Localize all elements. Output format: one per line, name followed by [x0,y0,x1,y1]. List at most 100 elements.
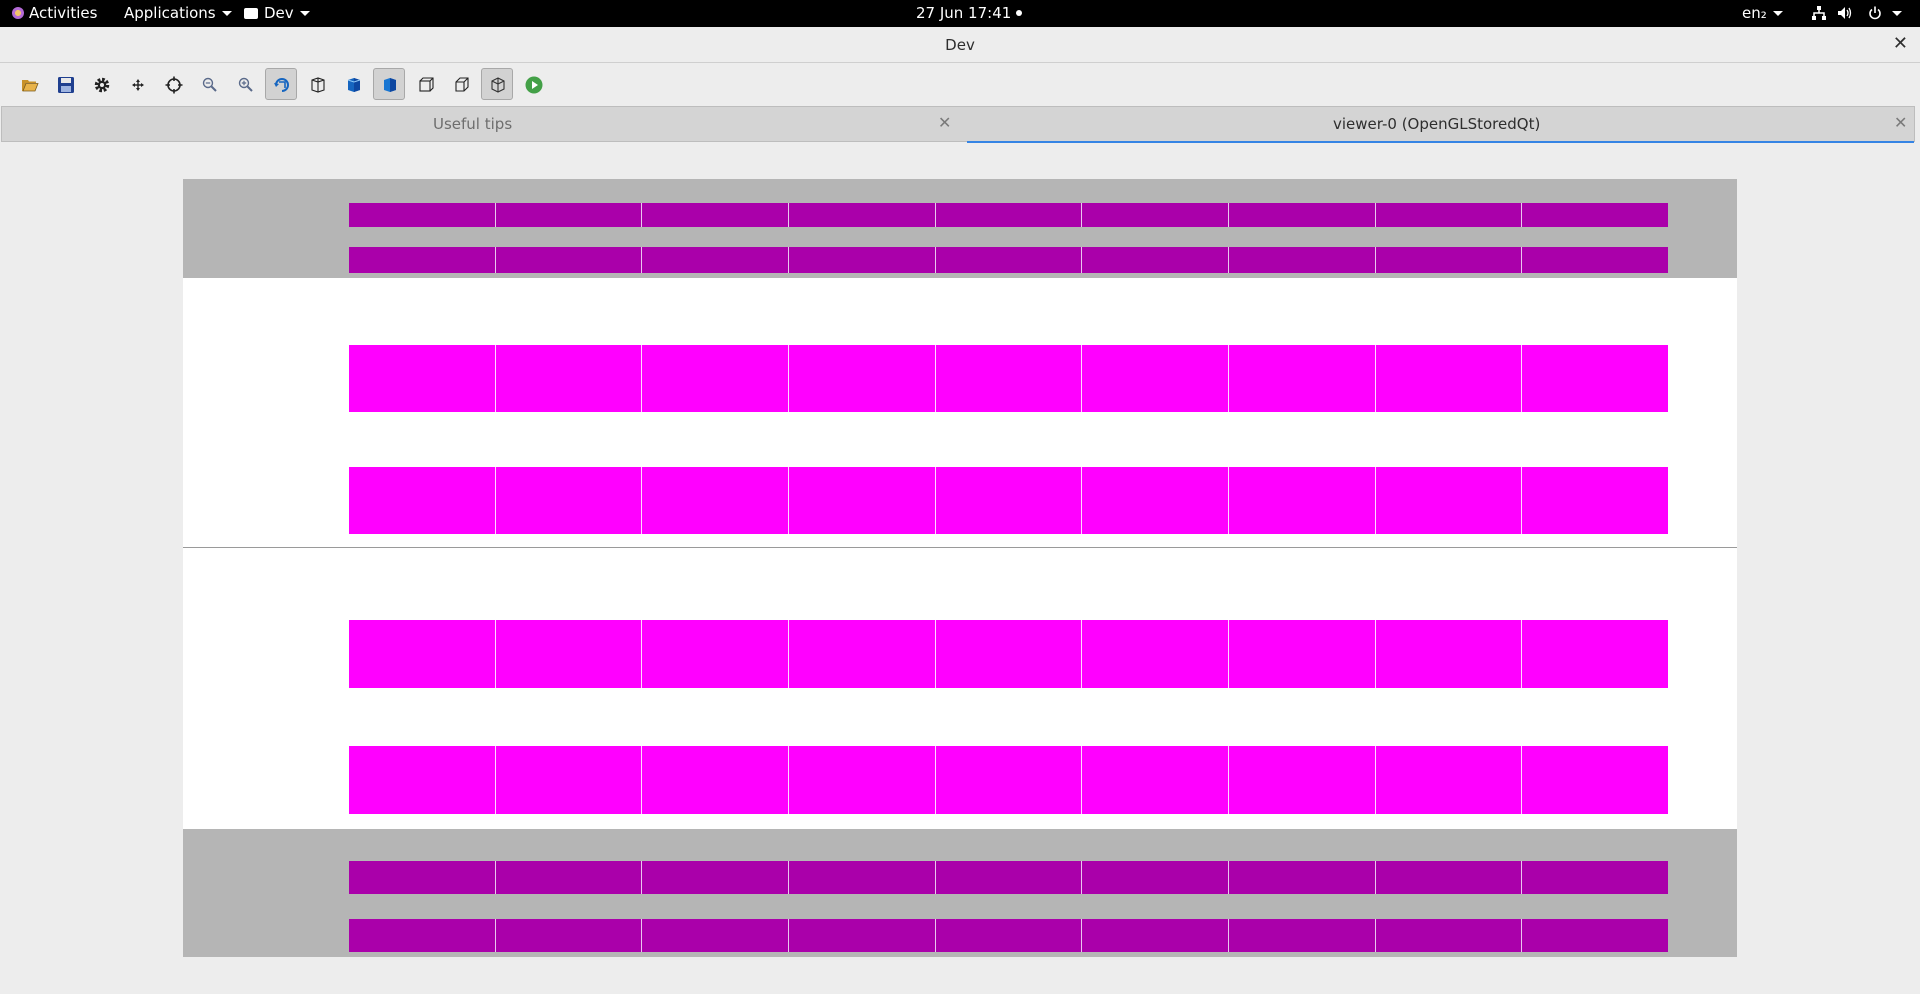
applications-menu[interactable]: Applications [124,4,232,22]
tab-bar: Useful tips ✕ viewer-0 (OpenGLStoredQt) … [1,106,1915,143]
dark-magenta-strip [349,203,1669,227]
zoom-out-icon [202,77,217,92]
strip-segment [349,345,496,412]
settings-button[interactable] [85,68,117,100]
rotate-button[interactable] [265,68,297,100]
clock[interactable]: 27 Jun 17:41 [916,4,1023,22]
magenta-strip [349,746,1669,814]
strip-segment [935,746,1083,814]
tab-label: Useful tips [433,115,513,133]
strip-segment [1229,620,1376,688]
app-menu[interactable]: Dev [244,4,310,22]
strip-segment [1522,203,1669,227]
side-view-button[interactable] [445,68,477,100]
play-icon [525,76,543,94]
strip-segment [1522,467,1669,534]
strip-segment [1082,861,1230,894]
strip-segment [1522,620,1669,688]
chevron-down-icon [221,11,232,16]
strip-segment [349,746,496,814]
tab-close-button[interactable]: ✕ [1894,113,1907,132]
zoom-in-button[interactable] [229,68,261,100]
pick-button[interactable] [157,68,189,100]
strip-segment [495,620,643,688]
magenta-strip [349,467,1669,534]
wireframe-cube-icon [311,77,325,93]
strip-segment [495,919,643,952]
shaded-cube-icon [347,78,361,92]
strip-segment [349,919,496,952]
save-icon [58,77,74,93]
strip-segment [349,203,496,227]
chevron-down-icon [299,11,310,16]
strip-segment [642,620,790,688]
chevron-down-icon [1772,11,1783,16]
strip-segment [642,746,790,814]
shaded-button[interactable] [337,68,369,100]
front-view-icon [419,77,434,92]
save-button[interactable] [49,68,81,100]
strip-segment [935,919,1083,952]
strip-segment [495,345,643,412]
top-bar: Activities Applications Dev 27 Jun 17:41… [0,0,1920,27]
crosshair-icon [165,76,183,94]
strip-segment [935,345,1083,412]
strip-segment [789,746,936,814]
strip-segment [1375,247,1523,273]
strip-segment [642,467,790,534]
strip-segment [789,247,936,273]
dark-magenta-strip [349,919,1669,952]
network-icon[interactable] [1812,6,1826,20]
notification-dot-icon [1016,10,1023,16]
system-menu-chevron-icon[interactable] [1892,11,1902,16]
center-divider-line [183,547,1737,548]
strip-segment [935,620,1083,688]
run-button[interactable] [517,68,549,100]
strip-segment [642,247,790,273]
strip-segment [1375,345,1523,412]
strip-segment [349,467,496,534]
strip-segment [789,861,936,894]
strip-segment [1522,345,1669,412]
tab-close-button[interactable]: ✕ [938,113,951,132]
strip-segment [935,247,1083,273]
open-button[interactable] [13,68,45,100]
strip-segment [1375,203,1523,227]
zoom-out-button[interactable] [193,68,225,100]
tab-viewer-0[interactable]: viewer-0 (OpenGLStoredQt) ✕ [967,107,1914,143]
toolbar [0,63,1920,105]
strip-segment [495,247,643,273]
volume-icon[interactable] [1838,6,1852,20]
opengl-viewer[interactable] [183,179,1737,957]
strip-segment [935,467,1083,534]
strip-segment [642,203,790,227]
gear-icon [94,77,110,93]
activities-button[interactable]: Activities [12,4,97,22]
strip-segment [642,919,790,952]
strip-segment [789,919,936,952]
strip-segment [1375,620,1523,688]
solid-button[interactable] [373,68,405,100]
strip-segment [1229,203,1376,227]
strip-segment [935,861,1083,894]
power-icon[interactable] [1868,6,1882,20]
pan-button[interactable] [121,68,153,100]
strip-segment [349,247,496,273]
strip-segment [1082,746,1230,814]
window-title: Dev [945,36,975,54]
keyboard-layout-menu[interactable]: en₂ [1742,4,1783,22]
iso-view-button[interactable] [481,68,513,100]
tab-useful-tips[interactable]: Useful tips ✕ [2,107,967,141]
window-close-button[interactable]: ✕ [1893,33,1908,54]
strip-segment [1082,345,1230,412]
side-view-icon [455,77,469,92]
zoom-in-icon [238,77,253,92]
activities-icon [12,7,24,19]
strip-segment [1229,467,1376,534]
strip-segment [495,467,643,534]
front-view-button[interactable] [409,68,441,100]
strip-segment [1229,247,1376,273]
wireframe-button[interactable] [301,68,333,100]
magenta-strip [349,620,1669,688]
strip-segment [1082,203,1230,227]
